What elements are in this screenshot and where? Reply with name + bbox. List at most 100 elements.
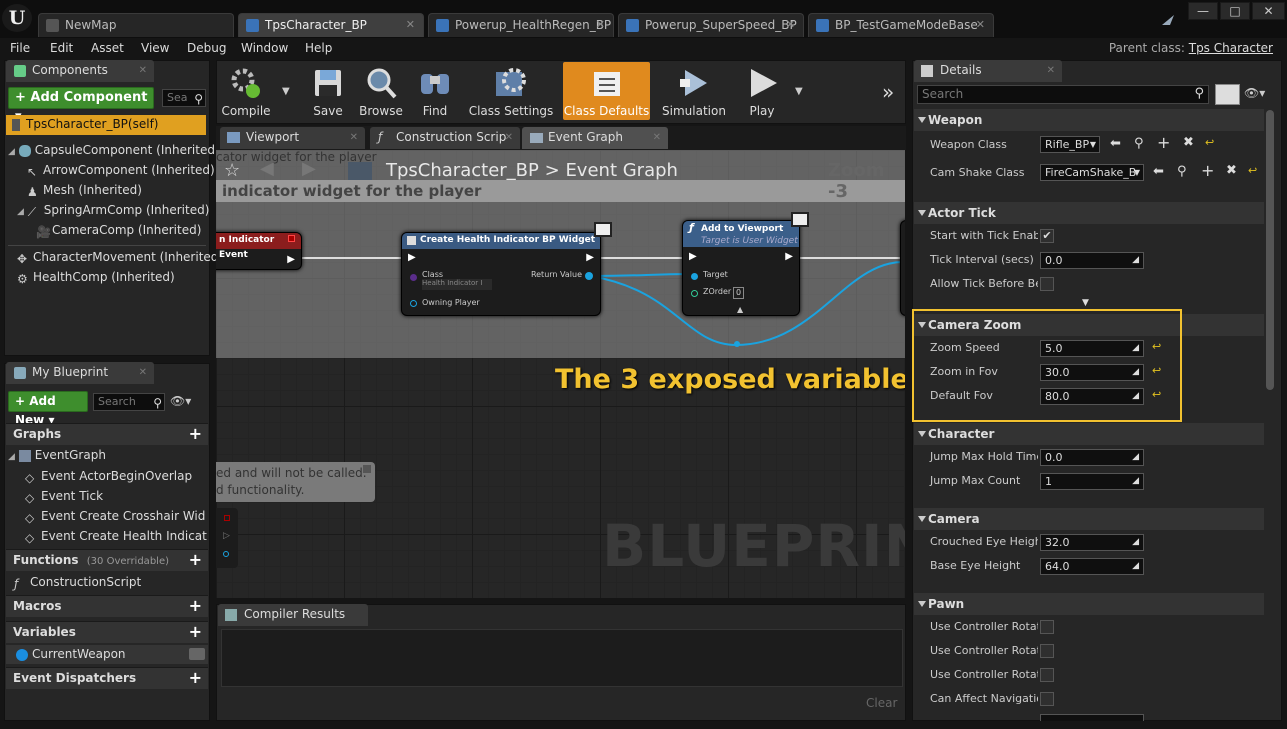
close-tab-icon[interactable]: ✕ [406, 14, 415, 36]
eye-icon[interactable]: 👁▾ [170, 394, 191, 408]
camera-section-header[interactable]: Camera [914, 508, 1264, 530]
components-tab[interactable]: Components ✕ [6, 60, 154, 82]
use-selected-arrow-icon[interactable]: ⬅ [1153, 164, 1164, 179]
add-variable-icon[interactable]: + [189, 623, 202, 641]
doc-tab-healthregen[interactable]: Powerup_HealthRegen_BP ✕ [428, 13, 614, 37]
details-scrollbar[interactable] [1266, 110, 1274, 390]
browse-button[interactable]: Browse [355, 62, 407, 120]
functions-section-header[interactable]: Functions (30 Overridable) + [6, 549, 208, 571]
jump-hold-input[interactable]: 0.0 ◢ [1040, 449, 1144, 466]
add-plus-icon[interactable]: + [1157, 133, 1170, 152]
tree-item-movement[interactable]: ✥ CharacterMovement (Inherited) [17, 250, 223, 266]
components-search-input[interactable]: Sea ⚲ [162, 89, 206, 107]
exec-out-pin-icon[interactable]: ▶ [785, 251, 793, 262]
use-selected-arrow-icon[interactable]: ⬅ [1110, 136, 1121, 151]
close-tab-icon[interactable]: ✕ [786, 14, 795, 36]
doc-tab-tpscharacter[interactable]: TpsCharacter_BP ✕ [238, 13, 424, 37]
close-tab-icon[interactable]: ✕ [139, 362, 147, 383]
weapon-section-header[interactable]: Weapon [914, 109, 1264, 131]
tree-item-mesh[interactable]: ♟ Mesh (Inherited) [27, 183, 142, 199]
zorder-pin-icon[interactable] [691, 290, 698, 297]
tree-item-eventgraph[interactable]: ◢ EventGraph [8, 448, 106, 462]
close-window-button[interactable]: ✕ [1252, 2, 1285, 20]
close-tab-icon[interactable]: ✕ [1047, 60, 1055, 81]
exec-out-pin-icon[interactable]: ▶ [287, 254, 295, 265]
delegate-pin-icon[interactable] [224, 515, 230, 521]
add-component-button[interactable]: + Add Component ▾ [8, 87, 154, 124]
exec-out-pin-icon[interactable]: ▶ [586, 252, 594, 263]
compile-options-button[interactable]: ▼ [276, 62, 296, 120]
exec-pin-icon[interactable]: ▷ [223, 531, 230, 541]
pawn-checkbox[interactable] [1040, 668, 1054, 682]
play-options-button[interactable]: ▼ [792, 62, 808, 120]
my-blueprint-search-input[interactable]: Search ⚲ [93, 393, 165, 411]
start-tick-checkbox[interactable]: ✔ [1040, 229, 1054, 243]
menu-debug[interactable]: Debug [187, 41, 226, 55]
pawn-checkbox[interactable] [1040, 644, 1054, 658]
my-blueprint-tab[interactable]: My Blueprint ✕ [6, 362, 154, 384]
parent-class-link[interactable]: Tps Character [1189, 41, 1273, 55]
browse-magnifier-icon[interactable]: ⚲ [1177, 164, 1187, 179]
class-settings-button[interactable]: Class Settings [465, 62, 557, 120]
graphs-section-header[interactable]: Graphs + [6, 423, 208, 445]
tree-item-capsule[interactable]: ◢ CapsuleComponent (Inherited) [8, 143, 220, 157]
partial-node[interactable]: ▷ [216, 508, 238, 568]
add-graph-icon[interactable]: + [189, 425, 202, 443]
tree-item-springarm[interactable]: ◢ ⟋ SpringArmComp (Inherited) [17, 203, 209, 219]
add-macro-icon[interactable]: + [189, 597, 202, 615]
tree-item-construction[interactable]: ƒ ConstructionScript [14, 575, 141, 591]
create-widget-node[interactable]: Create Health Indicator BP Widget ▶ ▶ Cl… [401, 232, 601, 316]
partial-node[interactable] [900, 220, 905, 316]
variable-current-weapon[interactable]: CurrentWeapon [6, 645, 208, 664]
tree-item-event[interactable]: ◇ Event Tick [25, 489, 103, 505]
event-graph-canvas[interactable]: cator widget for the player indicator wi… [216, 150, 905, 598]
reset-default-arrow-icon[interactable]: ↩ [1205, 136, 1214, 149]
tab-event-graph[interactable]: Event Graph ✕ [522, 127, 668, 149]
menu-view[interactable]: View [141, 41, 169, 55]
menu-help[interactable]: Help [305, 41, 332, 55]
doc-tab-newmap[interactable]: NewMap [38, 13, 234, 37]
variables-section-header[interactable]: Variables + [6, 621, 208, 643]
save-button[interactable]: Save [305, 62, 351, 120]
add-new-button[interactable]: + Add New ▾ [8, 391, 88, 427]
pawn-dropdown-partial[interactable] [1040, 714, 1144, 721]
visibility-eye-icon[interactable] [189, 648, 205, 660]
disabled-node-warning[interactable]: ed and will not be called. d functionali… [216, 462, 375, 502]
close-tab-icon[interactable]: ✕ [139, 60, 147, 81]
property-matrix-icon[interactable] [1215, 84, 1240, 105]
character-section-header[interactable]: Character [914, 423, 1264, 445]
close-tab-icon[interactable]: ✕ [976, 14, 985, 36]
class-pin-icon[interactable] [410, 274, 417, 281]
find-button[interactable]: Find [411, 62, 459, 120]
class-defaults-button[interactable]: Class Defaults [563, 62, 650, 120]
pawn-section-header[interactable]: Pawn [914, 593, 1264, 615]
toolbar-overflow-icon[interactable]: » [882, 80, 894, 104]
allow-tick-checkbox[interactable] [1040, 277, 1054, 291]
weapon-class-dropdown[interactable]: Rifle_BP ▼ [1040, 136, 1100, 153]
return-pin-icon[interactable] [585, 272, 593, 280]
browse-magnifier-icon[interactable]: ⚲ [1134, 136, 1144, 151]
minimize-button[interactable]: — [1188, 2, 1218, 20]
tree-item-health[interactable]: ⚙ HealthComp (Inherited) [17, 270, 175, 286]
advanced-expand-icon[interactable]: ▼ [1082, 298, 1089, 308]
menu-window[interactable]: Window [241, 41, 288, 55]
exec-in-pin-icon[interactable]: ▶ [689, 251, 697, 262]
pawn-checkbox[interactable] [1040, 620, 1054, 634]
tree-item-event[interactable]: ◇ Event Create Health Indicat [25, 529, 207, 545]
menu-file[interactable]: File [10, 41, 30, 55]
close-tab-icon[interactable]: ✕ [653, 127, 661, 148]
owning-player-pin-icon[interactable] [410, 300, 417, 307]
component-self[interactable]: TpsCharacter_BP(self) [6, 115, 206, 135]
doc-tab-superspeed[interactable]: Powerup_SuperSpeed_BP ✕ [618, 13, 804, 37]
tree-item-event[interactable]: ◇ Event Create Crosshair Wid [25, 509, 205, 525]
expand-pins-icon[interactable]: ▲ [737, 305, 743, 314]
actor-tick-section-header[interactable]: Actor Tick [914, 202, 1264, 224]
menu-asset[interactable]: Asset [91, 41, 124, 55]
tree-item-camera[interactable]: 🎥CameraComp (Inherited) [36, 223, 201, 239]
crouched-eye-input[interactable]: 32.0 ◢ [1040, 534, 1144, 551]
tab-construction-script[interactable]: ƒ Construction Scrip ✕ [370, 127, 520, 149]
play-button[interactable]: Play [734, 62, 790, 120]
pawn-checkbox[interactable] [1040, 692, 1054, 706]
exec-in-pin-icon[interactable]: ▶ [408, 252, 416, 263]
compile-button[interactable]: Compile [218, 62, 274, 120]
